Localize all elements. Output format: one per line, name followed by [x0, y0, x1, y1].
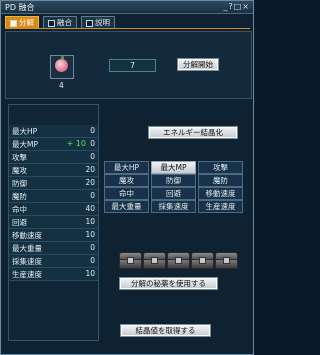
stat-row: 命中 40: [9, 203, 98, 216]
tab-label: 分解: [19, 18, 34, 27]
stat-select-cell[interactable]: 魔攻: [104, 174, 149, 187]
stat-select-cell[interactable]: 最大重量: [104, 200, 149, 213]
energy-crystallize-button[interactable]: エネルギー結晶化: [148, 126, 238, 139]
chest-icon[interactable]: [215, 252, 238, 269]
stat-value: 20: [85, 178, 95, 187]
stat-select-cell[interactable]: 採集速度: [151, 200, 196, 213]
stat-label: 最大重量: [12, 244, 42, 253]
quantity-field[interactable]: 7: [109, 59, 156, 72]
stat-select-cell[interactable]: 回避: [151, 187, 196, 200]
stat-value: 40: [85, 204, 95, 213]
stat-row: 生産速度 10: [9, 268, 98, 281]
stat-select-cell[interactable]: 防御: [151, 174, 196, 187]
chest-icon[interactable]: [167, 252, 190, 269]
stat-select-cell[interactable]: 魔防: [198, 174, 243, 187]
tab-checkbox-icon: [10, 19, 17, 27]
stat-value: 0: [90, 256, 95, 265]
stat-select-cell[interactable]: 最大HP: [104, 161, 149, 174]
stat-value: 10: [85, 230, 95, 239]
stat-label: 魔防: [12, 192, 27, 201]
stat-row: 攻撃 0: [9, 151, 98, 164]
chest-icon[interactable]: [119, 252, 142, 269]
stat-value: 0: [90, 152, 95, 161]
item-slot[interactable]: [50, 55, 74, 79]
use-secret-medicine-button[interactable]: 分解の秘薬を使用する: [119, 277, 218, 290]
stat-row: 魔防 0: [9, 190, 98, 203]
window-title: PD 融合: [5, 3, 35, 12]
stat-label: 命中: [12, 205, 27, 214]
stat-value: 0: [90, 126, 95, 135]
tab-label: 融合: [57, 18, 72, 27]
stat-row: 防御 20: [9, 177, 98, 190]
stat-select-cell[interactable]: 移動速度: [198, 187, 243, 200]
stat-row: 最大重量 0: [9, 242, 98, 255]
stat-select-cell[interactable]: 攻撃: [198, 161, 243, 174]
stat-row: 最大MP + 10 0: [9, 138, 98, 151]
stat-select-cell[interactable]: 命中: [104, 187, 149, 200]
stat-label: 最大HP: [12, 127, 38, 136]
stat-select-cell[interactable]: 生産速度: [198, 200, 243, 213]
stat-value: 0: [90, 243, 95, 252]
stat-row: 移動速度 10: [9, 229, 98, 242]
stat-value: 10: [85, 217, 95, 226]
stat-label: 最大MP: [12, 140, 38, 149]
get-crystal-value-button[interactable]: 結晶値を取得する: [120, 324, 211, 337]
stat-row: 最大HP 0: [9, 125, 98, 138]
peach-icon: [55, 59, 68, 72]
stat-label: 防御: [12, 179, 27, 188]
chest-icon[interactable]: [191, 252, 214, 269]
stat-label: 攻撃: [12, 153, 27, 162]
peach-stem: [61, 56, 64, 60]
stats-list: 最大HP 0 最大MP + 10 0 攻撃 0 魔攻 20 防御 20 魔防 0 命中 40 回避 10 移動速度…: [9, 125, 98, 281]
stat-value: 20: [85, 165, 95, 174]
stat-value: 0: [90, 139, 95, 148]
stat-label: 移動速度: [12, 231, 42, 240]
stat-label: 生産速度: [12, 270, 42, 279]
stat-row: 回避 10: [9, 216, 98, 229]
stat-label: 回避: [12, 218, 27, 227]
tab-checkbox-icon: [86, 19, 93, 27]
start-disassemble-button[interactable]: 分解開始: [177, 58, 219, 71]
title-bar[interactable]: PD 融合 _?□×: [1, 1, 253, 14]
stat-label: 魔攻: [12, 166, 27, 175]
stat-row: 採集速度 0: [9, 255, 98, 268]
stat-value: 10: [85, 269, 95, 278]
tab-checkbox-icon: [48, 19, 55, 27]
window-controls[interactable]: _?□×: [223, 2, 250, 11]
tab-underline: [5, 28, 250, 29]
stat-label: 採集速度: [12, 257, 42, 266]
tab-label: 説明: [95, 18, 110, 27]
chest-icon[interactable]: [143, 252, 166, 269]
stat-value: 0: [90, 191, 95, 200]
fusion-window: PD 融合 _?□× 分解 融合 説明 4 7 分解開始 最大HP 0 最大MP + …: [0, 0, 254, 355]
stat-bonus: + 10: [66, 139, 86, 148]
stat-select-cell[interactable]: 最大MP: [151, 161, 196, 174]
item-count: 4: [59, 81, 64, 90]
stats-panel: 最大HP 0 最大MP + 10 0 攻撃 0 魔攻 20 防御 20 魔防 0 命中 40 回避 10 移動速度…: [8, 104, 99, 341]
stat-row: 魔攻 20: [9, 164, 98, 177]
